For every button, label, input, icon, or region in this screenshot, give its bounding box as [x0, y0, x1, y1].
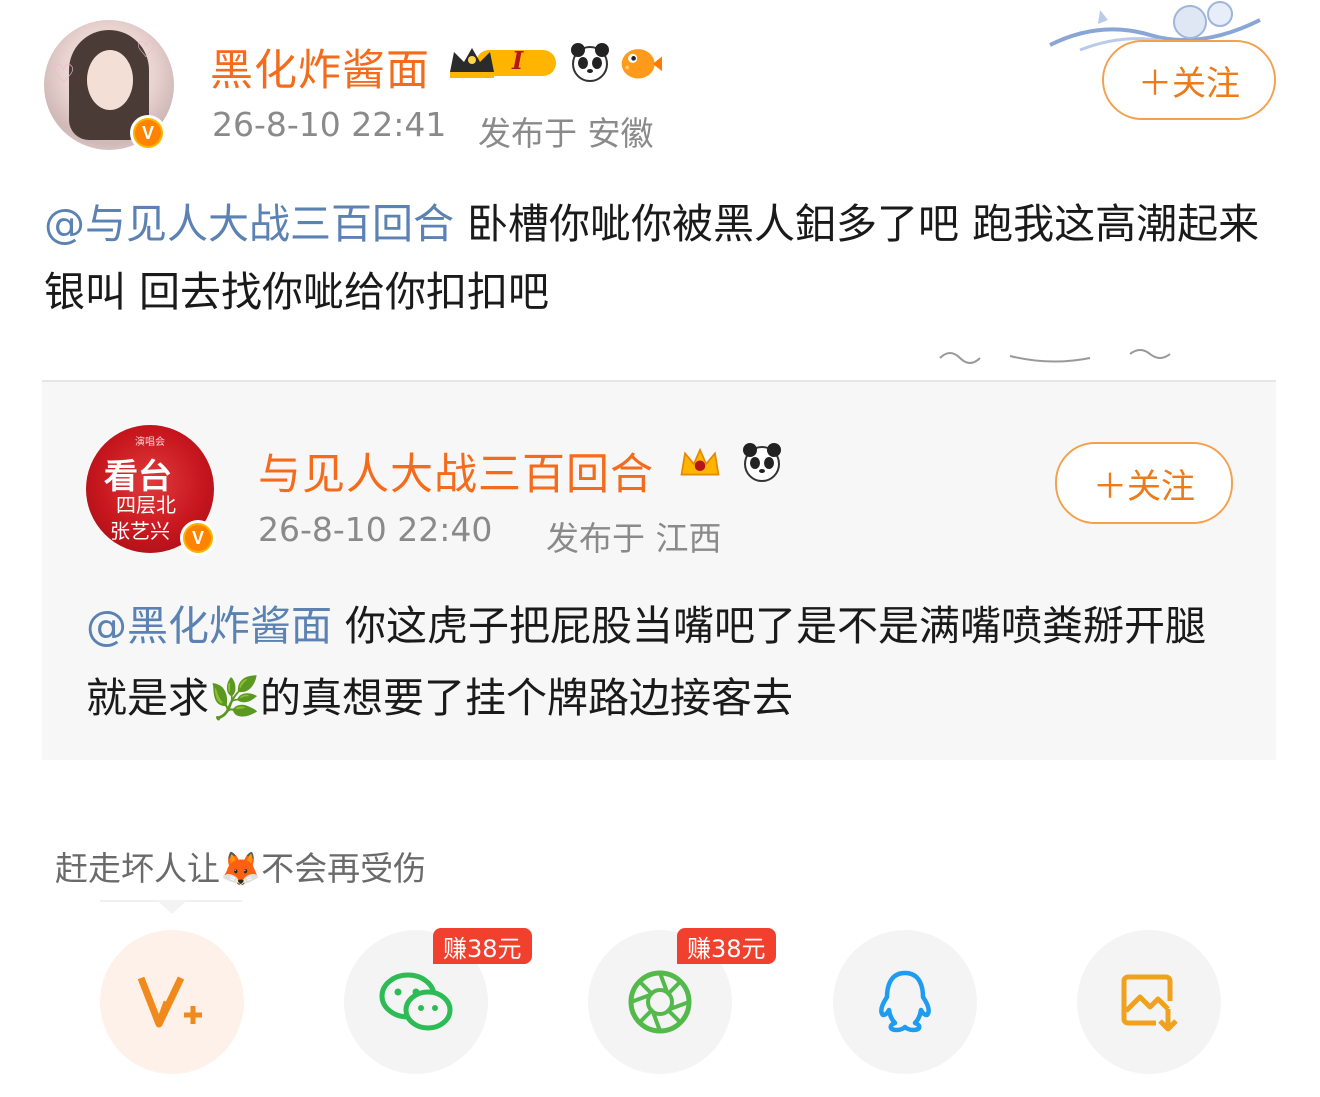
qq-icon — [879, 970, 931, 1033]
decorative-doodle — [930, 346, 1200, 376]
save-image-button[interactable] — [1077, 930, 1221, 1074]
quoted-follow-button[interactable]: ＋关注 — [1055, 442, 1233, 524]
save-image-icon — [1121, 974, 1178, 1032]
verified-badge-icon: V — [130, 115, 166, 151]
panda-icon — [568, 40, 612, 84]
panda-icon — [740, 440, 784, 484]
username[interactable]: 黑化炸酱面 — [210, 36, 430, 98]
level-number: I — [512, 46, 524, 75]
post-body: @与见人大战三百回合 卧槽你呲你被黑人鈤多了吧 跑我这高潮起来银叫 回去找你呲给… — [44, 190, 1284, 326]
level-crown-badge: I — [446, 42, 561, 82]
quoted-timestamp: 26-8-10 22:40 — [258, 510, 493, 549]
quoted-username[interactable]: 与见人大战三百回合 — [258, 440, 654, 502]
wechat-icon — [379, 972, 453, 1031]
earn-tag: 赚38元 — [433, 928, 532, 964]
crown-icon — [450, 48, 556, 78]
follow-button[interactable]: ＋关注 — [1102, 40, 1276, 120]
avatar-text: 四层北 — [116, 493, 176, 517]
mention-link[interactable]: @黑化炸酱面 — [86, 602, 332, 650]
mention-link[interactable]: @与见人大战三百回合 — [44, 200, 454, 248]
puffer-fish-icon — [618, 40, 662, 84]
moments-icon — [628, 970, 692, 1034]
share-weibo-vplus-button[interactable] — [100, 930, 244, 1074]
vplus-icon — [137, 976, 202, 1028]
quoted-location: 发布于 江西 — [546, 519, 722, 558]
share-panel-title: 赶走坏人让🦊不会再受伤 — [55, 849, 427, 888]
post-location: 发布于 安徽 — [478, 114, 654, 153]
avatar-text: 张艺兴 — [110, 519, 170, 543]
verified-badge-icon: V — [180, 520, 216, 556]
divider — [42, 380, 1276, 382]
quoted-body: @黑化炸酱面 你这虎子把屁股当嘴吧了是不是满嘴喷粪掰开腿就是求🌿的真想要了挂个牌… — [86, 590, 1246, 734]
earn-tag: 赚38元 — [677, 928, 776, 964]
post-timestamp: 26-8-10 22:41 — [212, 105, 447, 144]
caret-icon — [157, 900, 187, 914]
share-qq-button[interactable] — [833, 930, 977, 1074]
crown-icon — [678, 442, 722, 486]
